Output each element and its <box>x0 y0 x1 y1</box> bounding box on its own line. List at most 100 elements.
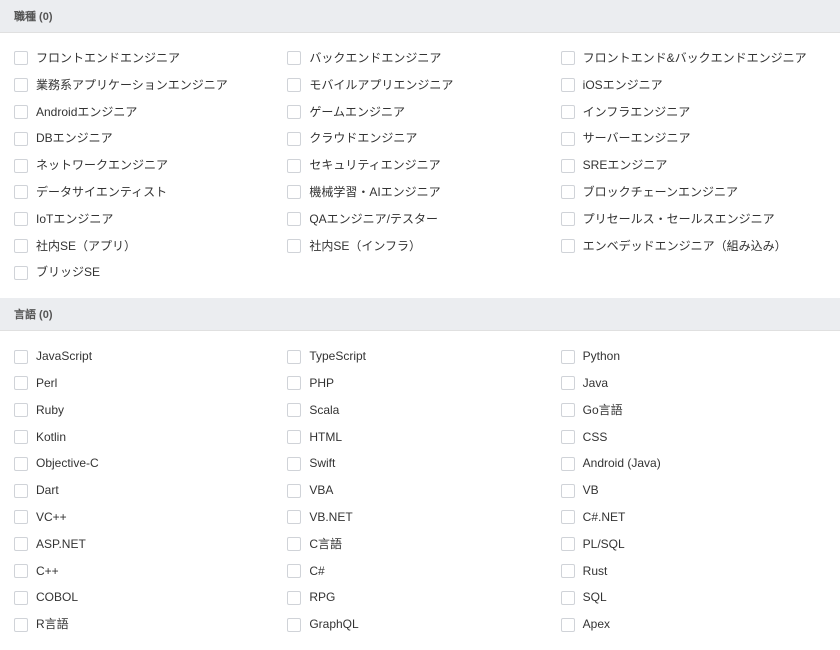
checkbox-item[interactable]: データサイエンティスト <box>10 179 283 206</box>
checkbox-box[interactable] <box>287 376 301 390</box>
checkbox-item[interactable]: Objective-C <box>10 450 283 477</box>
checkbox-box[interactable] <box>287 618 301 632</box>
checkbox-item[interactable]: GraphQL <box>283 611 556 638</box>
checkbox-box[interactable] <box>14 350 28 364</box>
checkbox-box[interactable] <box>287 78 301 92</box>
checkbox-item[interactable]: HTML <box>283 424 556 451</box>
checkbox-box[interactable] <box>14 618 28 632</box>
checkbox-box[interactable] <box>14 132 28 146</box>
checkbox-item[interactable]: 業務系アプリケーションエンジニア <box>10 72 283 99</box>
checkbox-item[interactable]: ASP.NET <box>10 531 283 558</box>
checkbox-item[interactable]: C言語 <box>283 531 556 558</box>
checkbox-item[interactable]: VC++ <box>10 504 283 531</box>
checkbox-item[interactable]: Androidエンジニア <box>10 99 283 126</box>
checkbox-item[interactable]: C# <box>283 558 556 585</box>
checkbox-box[interactable] <box>287 212 301 226</box>
checkbox-box[interactable] <box>561 376 575 390</box>
checkbox-item[interactable]: VBA <box>283 477 556 504</box>
checkbox-box[interactable] <box>287 132 301 146</box>
checkbox-box[interactable] <box>14 403 28 417</box>
checkbox-item[interactable]: ブリッジSE <box>10 259 283 286</box>
checkbox-box[interactable] <box>14 239 28 253</box>
checkbox-item[interactable]: セキュリティエンジニア <box>283 152 556 179</box>
checkbox-item[interactable]: クラウドエンジニア <box>283 125 556 152</box>
checkbox-item[interactable]: SREエンジニア <box>557 152 830 179</box>
checkbox-box[interactable] <box>287 430 301 444</box>
checkbox-box[interactable] <box>561 591 575 605</box>
checkbox-item[interactable]: RPG <box>283 584 556 611</box>
checkbox-item[interactable]: IoTエンジニア <box>10 206 283 233</box>
checkbox-item[interactable]: Ruby <box>10 397 283 424</box>
checkbox-item[interactable]: プリセールス・セールスエンジニア <box>557 206 830 233</box>
checkbox-box[interactable] <box>287 457 301 471</box>
checkbox-box[interactable] <box>287 159 301 173</box>
checkbox-item[interactable]: C++ <box>10 558 283 585</box>
checkbox-item[interactable]: ネットワークエンジニア <box>10 152 283 179</box>
checkbox-item[interactable]: Java <box>557 370 830 397</box>
checkbox-box[interactable] <box>14 537 28 551</box>
checkbox-item[interactable]: Python <box>557 343 830 370</box>
checkbox-box[interactable] <box>561 403 575 417</box>
checkbox-item[interactable]: 機械学習・AIエンジニア <box>283 179 556 206</box>
checkbox-item[interactable]: エンベデッドエンジニア（組み込み） <box>557 233 830 260</box>
checkbox-item[interactable]: Scala <box>283 397 556 424</box>
checkbox-item[interactable]: Go言語 <box>557 397 830 424</box>
checkbox-item[interactable]: iOSエンジニア <box>557 72 830 99</box>
checkbox-item[interactable]: 社内SE（インフラ） <box>283 233 556 260</box>
checkbox-box[interactable] <box>561 457 575 471</box>
checkbox-box[interactable] <box>14 430 28 444</box>
checkbox-box[interactable] <box>561 350 575 364</box>
checkbox-box[interactable] <box>287 350 301 364</box>
checkbox-item[interactable]: バックエンドエンジニア <box>283 45 556 72</box>
checkbox-box[interactable] <box>287 403 301 417</box>
checkbox-box[interactable] <box>561 537 575 551</box>
checkbox-box[interactable] <box>14 78 28 92</box>
checkbox-box[interactable] <box>287 564 301 578</box>
checkbox-item[interactable]: Rust <box>557 558 830 585</box>
checkbox-box[interactable] <box>14 510 28 524</box>
checkbox-item[interactable]: ゲームエンジニア <box>283 99 556 126</box>
checkbox-box[interactable] <box>14 564 28 578</box>
checkbox-item[interactable]: Android (Java) <box>557 450 830 477</box>
checkbox-box[interactable] <box>561 484 575 498</box>
checkbox-box[interactable] <box>14 51 28 65</box>
checkbox-box[interactable] <box>561 78 575 92</box>
checkbox-box[interactable] <box>14 376 28 390</box>
checkbox-box[interactable] <box>287 591 301 605</box>
checkbox-box[interactable] <box>287 239 301 253</box>
checkbox-box[interactable] <box>14 105 28 119</box>
checkbox-item[interactable]: SQL <box>557 584 830 611</box>
checkbox-box[interactable] <box>14 159 28 173</box>
checkbox-box[interactable] <box>14 185 28 199</box>
checkbox-item[interactable]: Swift <box>283 450 556 477</box>
checkbox-box[interactable] <box>561 51 575 65</box>
checkbox-item[interactable]: VB <box>557 477 830 504</box>
checkbox-item[interactable]: 社内SE（アプリ） <box>10 233 283 260</box>
checkbox-item[interactable]: COBOL <box>10 584 283 611</box>
checkbox-item[interactable]: モバイルアプリエンジニア <box>283 72 556 99</box>
checkbox-item[interactable]: R言語 <box>10 611 283 638</box>
checkbox-box[interactable] <box>561 212 575 226</box>
checkbox-item[interactable]: DBエンジニア <box>10 125 283 152</box>
checkbox-item[interactable]: JavaScript <box>10 343 283 370</box>
checkbox-box[interactable] <box>561 618 575 632</box>
checkbox-item[interactable]: フロントエンドエンジニア <box>10 45 283 72</box>
checkbox-box[interactable] <box>561 159 575 173</box>
checkbox-box[interactable] <box>561 564 575 578</box>
checkbox-box[interactable] <box>561 239 575 253</box>
checkbox-item[interactable]: Kotlin <box>10 424 283 451</box>
checkbox-box[interactable] <box>14 266 28 280</box>
checkbox-item[interactable]: Dart <box>10 477 283 504</box>
checkbox-item[interactable]: C#.NET <box>557 504 830 531</box>
checkbox-item[interactable]: TypeScript <box>283 343 556 370</box>
checkbox-box[interactable] <box>561 430 575 444</box>
checkbox-item[interactable]: ブロックチェーンエンジニア <box>557 179 830 206</box>
checkbox-item[interactable]: フロントエンド&バックエンドエンジニア <box>557 45 830 72</box>
checkbox-item[interactable]: QAエンジニア/テスター <box>283 206 556 233</box>
checkbox-box[interactable] <box>561 510 575 524</box>
checkbox-box[interactable] <box>561 132 575 146</box>
checkbox-box[interactable] <box>561 105 575 119</box>
checkbox-box[interactable] <box>14 591 28 605</box>
checkbox-item[interactable]: インフラエンジニア <box>557 99 830 126</box>
checkbox-box[interactable] <box>14 484 28 498</box>
